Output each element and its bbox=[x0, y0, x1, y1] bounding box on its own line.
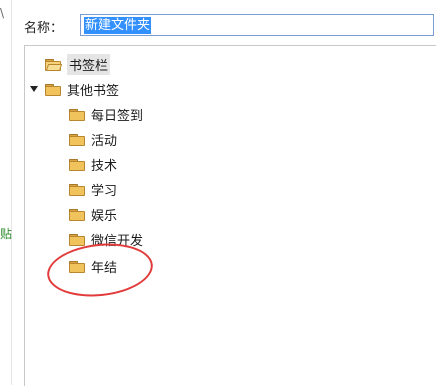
folder-icon bbox=[69, 209, 85, 221]
tree-item-child[interactable]: 娱乐 bbox=[69, 204, 117, 224]
tree-item-child[interactable]: 学习 bbox=[69, 179, 117, 199]
tree-item-other-bookmarks[interactable]: 其他书签 bbox=[45, 79, 119, 99]
folder-open-icon bbox=[45, 59, 63, 71]
folder-name-value: 新建文件夹 bbox=[84, 16, 152, 34]
folder-icon bbox=[69, 134, 85, 146]
tree-item-child[interactable]: 每日签到 bbox=[69, 104, 143, 124]
name-label: 名称： bbox=[24, 20, 64, 36]
folder-icon bbox=[69, 184, 85, 196]
tree-item-label: 每日签到 bbox=[91, 108, 144, 124]
tree-item-bookmarks-bar[interactable]: 书签栏 bbox=[45, 53, 111, 75]
folder-icon bbox=[45, 84, 61, 96]
tree-item-label: 学习 bbox=[91, 183, 118, 199]
folder-icon bbox=[69, 159, 85, 171]
bookmark-folder-tree: 书签栏 其他书签 每日签到 活动 技术 学习 娱乐 微信开发 年结 bbox=[24, 45, 436, 386]
tree-item-label: 其他书签 bbox=[67, 83, 120, 99]
folder-name-input[interactable]: 新建文件夹 bbox=[80, 14, 434, 36]
tree-item-child[interactable]: 技术 bbox=[69, 154, 117, 174]
tree-item-label: 书签栏 bbox=[67, 53, 111, 75]
underlay-mark-side: 贴 bbox=[0, 227, 13, 241]
expand-arrow-icon[interactable] bbox=[30, 86, 38, 92]
folder-icon bbox=[69, 109, 85, 121]
tree-item-label: 技术 bbox=[91, 158, 118, 174]
underlay-mark-top: \ bbox=[0, 6, 5, 20]
tree-item-label: 娱乐 bbox=[91, 208, 118, 224]
tree-item-child[interactable]: 活动 bbox=[69, 129, 117, 149]
tree-item-label: 活动 bbox=[91, 133, 118, 149]
folder-icon bbox=[69, 234, 85, 246]
underlying-window-edge: \ 贴 bbox=[0, 0, 12, 385]
name-row: 名称： 新建文件夹 bbox=[24, 14, 434, 38]
new-folder-dialog: 名称： 新建文件夹 书签栏 其他书签 每日签到 活动 技术 学习 娱乐 微信开发… bbox=[12, 0, 436, 386]
